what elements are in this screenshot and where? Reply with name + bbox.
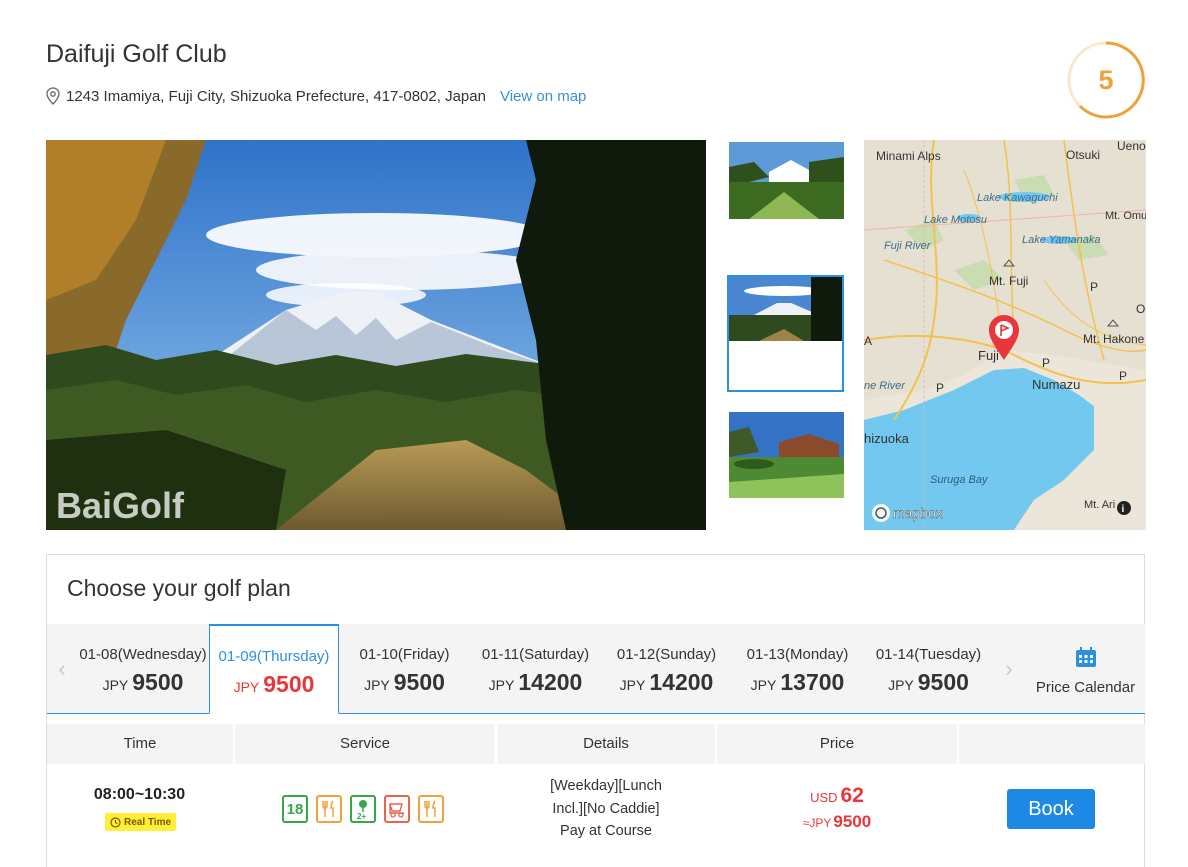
date-tab-0108[interactable]: 01-08(Wednesday) JPY 9500 — [77, 624, 209, 713]
jpy-price: ≈JPY 9500 — [802, 812, 872, 831]
thumbnail-2-selected[interactable] — [727, 275, 844, 392]
date-label: 01-10(Friday) — [359, 646, 450, 663]
map-label: Lake Motosu — [924, 214, 987, 226]
map-label: P — [1042, 356, 1050, 370]
map-label: P — [936, 381, 944, 395]
date-tab-0110[interactable]: 01-10(Friday) JPY 9500 — [339, 624, 470, 713]
prev-dates-arrow[interactable]: ‹ — [47, 624, 77, 713]
date-label: 01-11(Saturday) — [481, 646, 590, 663]
map-label: P — [1119, 369, 1127, 383]
date-price: JPY 14200 — [488, 669, 583, 695]
date-tab-0113[interactable]: 01-13(Monday) JPY 13700 — [732, 624, 863, 713]
map-label: Minami Alps — [876, 149, 941, 163]
main-photo[interactable]: BaiGolf — [46, 140, 706, 530]
header-time: Time — [123, 735, 157, 752]
mountain-landscape-image: BaiGolf — [46, 140, 706, 530]
map-label: Ueno — [1117, 140, 1146, 153]
map-label: Mt. Ari — [1084, 499, 1115, 511]
cutlery-icon — [316, 795, 342, 823]
meal-icon — [418, 795, 444, 823]
map-label: Lake Kawaguchi — [977, 192, 1058, 204]
real-time-label: Real Time — [123, 816, 172, 828]
plan-details: [Weekday][Lunch Incl.][No Caddie] Pay at… — [550, 778, 662, 839]
header-price: Price — [819, 735, 855, 752]
date-tab-0109-selected[interactable]: 01-09(Thursday) JPY 9500 — [209, 624, 339, 714]
map-label: ne River — [864, 380, 906, 392]
date-label: 01-12(Sunday) — [616, 646, 717, 663]
thumbnail-3[interactable] — [729, 412, 844, 498]
real-time-badge: Real Time — [105, 813, 176, 831]
mapbox-logo: mapbox — [872, 504, 943, 522]
date-tab-0111[interactable]: 01-11(Saturday) JPY 14200 — [470, 624, 601, 713]
map-label: Suruga Bay — [930, 474, 989, 486]
column-divider — [957, 724, 959, 764]
date-price: JPY 9500 — [888, 669, 969, 695]
course-address: 1243 Imamiya, Fuji City, Shizuoka Prefec… — [46, 87, 586, 105]
map-label: Numazu — [1032, 377, 1080, 392]
map-label: Lake Yamanaka — [1022, 234, 1100, 246]
map-label: Otsuki — [1066, 148, 1100, 162]
date-label: 01-14(Tuesday) — [875, 646, 982, 663]
svg-text:2+: 2+ — [357, 812, 366, 820]
price-calendar-button[interactable]: Price Calendar — [1026, 624, 1145, 713]
book-button[interactable]: Book — [1007, 789, 1095, 829]
header-service: Service — [339, 735, 391, 752]
calendar-icon — [1075, 647, 1096, 667]
date-price: JPY 14200 — [619, 669, 714, 695]
svg-text:mapbox: mapbox — [893, 505, 943, 521]
map-label: Mt. Fuji — [989, 274, 1028, 288]
usd-price: USD 62 — [810, 784, 864, 807]
price-calendar-label: Price Calendar — [1035, 679, 1136, 696]
date-label: 01-13(Monday) — [746, 646, 849, 663]
map-label: Mt. Omu — [1105, 210, 1146, 222]
players-icon: 2+ — [350, 795, 376, 823]
thumbnail-1[interactable] — [729, 142, 844, 219]
clock-icon — [110, 816, 121, 828]
map-label: hizuoka — [864, 431, 910, 446]
map-label: Fuji — [978, 348, 999, 363]
map-label: P — [1090, 280, 1098, 294]
tee-time: 08:00~10:30 — [93, 786, 186, 803]
date-price: JPY 9500 — [233, 671, 315, 697]
view-on-map-link[interactable]: View on map — [500, 88, 586, 105]
location-map[interactable]: Minami Alps Otsuki Ueno Lake Kawaguchi M… — [864, 140, 1146, 530]
map-label: Mt. Hakone — [1083, 332, 1145, 346]
date-price: JPY 9500 — [102, 669, 184, 695]
18-holes-icon: 18 — [282, 795, 308, 823]
map-label: Fuji River — [884, 240, 932, 252]
date-label: 01-08(Wednesday) — [79, 646, 207, 663]
watermark: BaiGolf — [56, 485, 185, 526]
date-tab-0114[interactable]: 01-14(Tuesday) JPY 9500 — [863, 624, 994, 713]
map-label: A — [864, 334, 872, 348]
location-pin-icon — [46, 87, 60, 105]
date-price: JPY 9500 — [364, 669, 445, 695]
map-label: O — [1136, 302, 1145, 316]
golf-cart-icon — [384, 795, 410, 823]
date-tab-0112[interactable]: 01-12(Sunday) JPY 14200 — [601, 624, 732, 713]
plan-title: Choose your golf plan — [67, 575, 291, 601]
header-details: Details — [583, 735, 629, 752]
next-dates-arrow[interactable]: › — [994, 624, 1024, 713]
course-score: 5 — [1098, 65, 1114, 95]
date-label: 01-09(Thursday) — [218, 648, 330, 665]
info-icon[interactable]: i — [1117, 501, 1131, 515]
svg-text:i: i — [1122, 504, 1125, 515]
address-text: 1243 Imamiya, Fuji City, Shizuoka Prefec… — [66, 87, 486, 105]
course-name: Daifuji Golf Club — [46, 40, 227, 68]
date-price: JPY 13700 — [750, 669, 845, 695]
